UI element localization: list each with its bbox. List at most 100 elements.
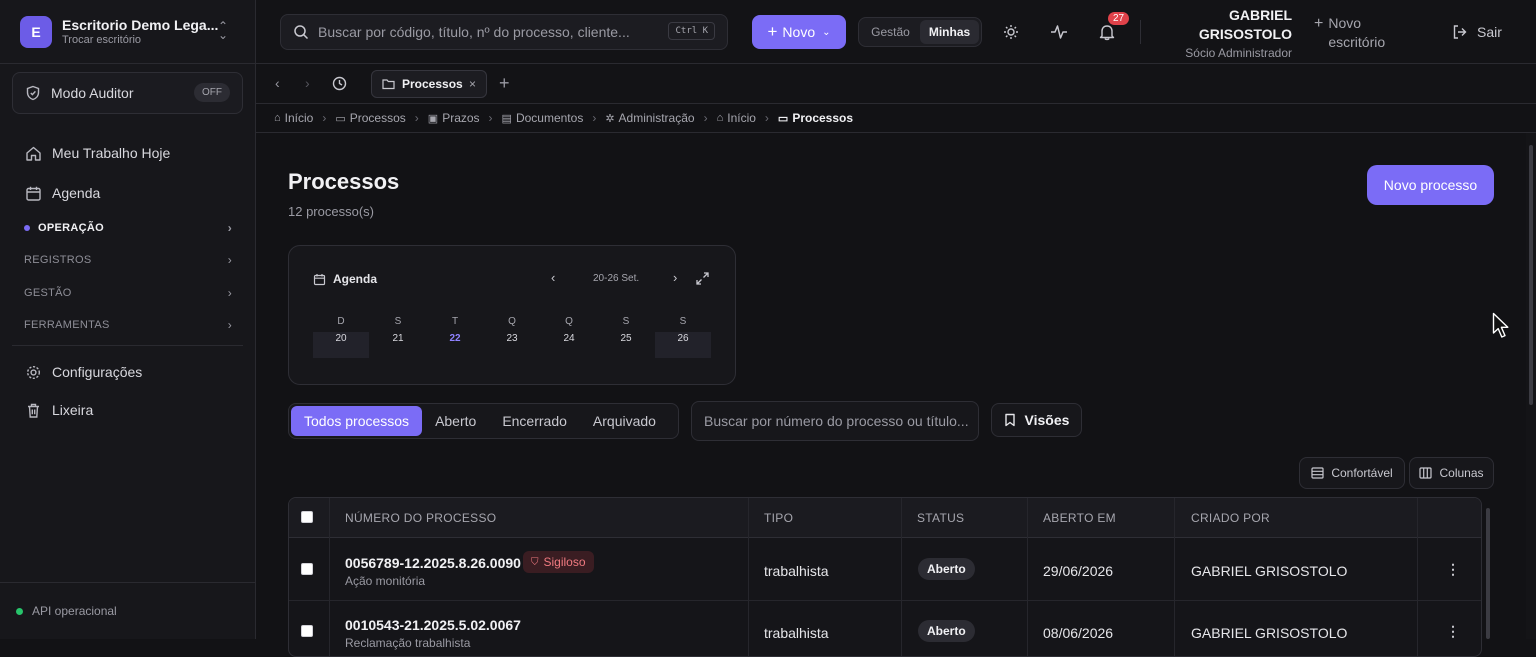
forward-icon[interactable]: › [305, 75, 310, 91]
column-header[interactable]: NÚMERO DO PROCESSO [345, 511, 496, 525]
close-icon[interactable]: × [469, 77, 476, 91]
week-range: 20-26 Set. [593, 273, 640, 284]
shortcut-hint: Ctrl K [668, 22, 715, 40]
column-header[interactable]: TIPO [764, 511, 793, 525]
sidebar-item-label: Meu Trabalho Hoje [52, 145, 171, 161]
folder-icon: ▭ [335, 112, 346, 125]
home-icon: ⌂ [716, 112, 724, 124]
breadcrumb-label: Início [727, 111, 756, 125]
logout-button[interactable]: Sair [1452, 24, 1502, 40]
calendar-day[interactable]: Q 23 [484, 316, 540, 358]
breadcrumb-separator: › [764, 111, 769, 125]
workspace-switcher[interactable]: E Escritorio Demo Lega... Trocar escritó… [0, 0, 256, 64]
scope-gestao[interactable]: Gestão [861, 20, 920, 44]
more-vertical-icon[interactable]: ⋮ [1446, 561, 1460, 578]
prev-week-icon[interactable]: ‹ [551, 270, 555, 285]
row-checkbox[interactable] [301, 563, 313, 575]
row-checkbox[interactable] [301, 625, 313, 637]
calendar-day[interactable]: Q 24 [541, 316, 597, 358]
page-scrollbar-thumb[interactable] [1529, 145, 1533, 405]
gear-icon: ✲ [605, 112, 615, 125]
tab-bar: ‹ › Processos × + [256, 64, 1536, 104]
table-scrollbar[interactable] [1484, 500, 1492, 639]
section-label: GESTÃO [24, 287, 72, 299]
sidebar-item-settings[interactable]: Configurações [24, 363, 142, 381]
sidebar-item-trash[interactable]: Lixeira [24, 401, 93, 419]
tab-processos[interactable]: Processos × [371, 70, 487, 98]
auditor-mode[interactable]: Modo Auditor OFF [12, 72, 243, 114]
calendar-day[interactable]: D 20 [313, 316, 369, 358]
process-number[interactable]: 0056789-12.2025.8.26.0090 [345, 555, 521, 571]
sidebar-item-agenda[interactable]: Agenda [24, 184, 100, 202]
next-week-icon[interactable]: › [673, 270, 677, 285]
breadcrumb-separator: › [414, 111, 419, 125]
calendar-day-today[interactable]: T 22 [427, 316, 483, 358]
sidebar-section-registros[interactable]: REGISTROS › [24, 253, 232, 267]
breadcrumb-prazos[interactable]: ▣ Prazos [428, 111, 480, 125]
main-content: Processos 12 processo(s) Novo processo A… [256, 133, 1526, 657]
filter-archived[interactable]: Arquivado [580, 406, 669, 436]
expand-icon[interactable] [696, 272, 709, 288]
activity-icon[interactable] [1049, 22, 1069, 42]
breadcrumb-label: Início [284, 111, 314, 125]
history-icon[interactable] [332, 76, 347, 94]
chevron-down-icon: ⌄ [822, 26, 831, 38]
filter-all[interactable]: Todos processos [291, 406, 423, 436]
calendar-day[interactable]: S 26 [655, 316, 711, 358]
density-button[interactable]: Confortável [1299, 457, 1405, 489]
views-button[interactable]: Visões [991, 403, 1082, 437]
user-menu[interactable]: GABRIEL GRISOSTOLO Sócio Administrador [1156, 6, 1292, 60]
table-scrollbar-thumb[interactable] [1486, 508, 1490, 639]
plus-icon: + [767, 22, 778, 41]
sidebar-section-operacao[interactable]: OPERAÇÃO › [24, 221, 232, 235]
chevron-right-icon: › [227, 253, 232, 267]
filter-open[interactable]: Aberto [422, 406, 489, 436]
sidebar-item-today[interactable]: Meu Trabalho Hoje [24, 144, 170, 162]
auditor-toggle[interactable]: OFF [194, 83, 230, 102]
select-all-checkbox[interactable] [301, 511, 313, 523]
sun-icon[interactable] [1001, 22, 1021, 42]
topbar-divider [1140, 20, 1141, 44]
process-search-input[interactable]: Buscar por número do processo ou título.… [691, 401, 979, 441]
more-vertical-icon[interactable]: ⋮ [1446, 623, 1460, 640]
confidential-badge: ⛉ Sigiloso [523, 551, 594, 573]
breadcrumb-documentos[interactable]: ▤ Documentos [502, 111, 584, 125]
page-scrollbar[interactable] [1526, 133, 1536, 639]
calendar-day[interactable]: S 25 [598, 316, 654, 358]
process-count: 12 processo(s) [288, 204, 374, 219]
calendar-icon [313, 273, 326, 285]
notification-count: 27 [1108, 12, 1130, 25]
column-header[interactable]: STATUS [917, 511, 964, 525]
breadcrumb: ⌂ Início › ▭ Processos › ▣ Prazos › ▤ Docume… [256, 104, 1536, 133]
bell-icon[interactable] [1097, 22, 1117, 42]
column-header[interactable]: ABERTO EM [1043, 511, 1116, 525]
status-badge: Aberto [918, 558, 975, 580]
sidebar-section-gestao[interactable]: GESTÃO › [24, 286, 232, 300]
breadcrumb-separator: › [703, 111, 708, 125]
filter-closed[interactable]: Encerrado [489, 406, 580, 436]
table-row[interactable]: 0010543-21.2025.5.02.0067 Reclamação tra… [289, 601, 1481, 656]
workspace-subtitle: Trocar escritório [62, 34, 142, 46]
breadcrumb-inicio-2[interactable]: ⌂ Início [717, 111, 756, 125]
folder-icon: ▭ [777, 112, 789, 125]
new-process-button[interactable]: Novo processo [1367, 165, 1494, 205]
breadcrumb-inicio[interactable]: ⌂ Início [274, 111, 313, 125]
breadcrumb-separator: › [322, 111, 327, 125]
columns-button[interactable]: Colunas [1409, 457, 1494, 489]
sidebar-section-ferramentas[interactable]: FERRAMENTAS › [24, 318, 232, 332]
back-icon[interactable]: ‹ [275, 75, 280, 91]
column-header[interactable]: CRIADO POR [1191, 511, 1270, 525]
process-number[interactable]: 0010543-21.2025.5.02.0067 [345, 617, 521, 633]
new-button[interactable]: + Novo ⌄ [752, 15, 846, 49]
breadcrumb-processos[interactable]: ▭ Processos [335, 111, 405, 125]
scope-minhas[interactable]: Minhas [920, 20, 979, 44]
breadcrumb-administracao[interactable]: ✲ Administração [605, 111, 694, 125]
status-filter: Todos processos Aberto Encerrado Arquiva… [288, 403, 679, 439]
calendar-day[interactable]: S 21 [370, 316, 426, 358]
add-tab-icon[interactable]: + [499, 73, 510, 94]
new-office-button[interactable]: + Novo escritório [1314, 14, 1385, 52]
process-subtitle: Reclamação trabalhista [345, 636, 471, 650]
table-row[interactable]: 0056789-12.2025.8.26.0090 ⛉ Sigiloso Ação… [289, 539, 1481, 601]
home-icon: ⌂ [274, 112, 281, 124]
global-search[interactable]: Buscar por código, título, nº do process… [280, 14, 728, 50]
